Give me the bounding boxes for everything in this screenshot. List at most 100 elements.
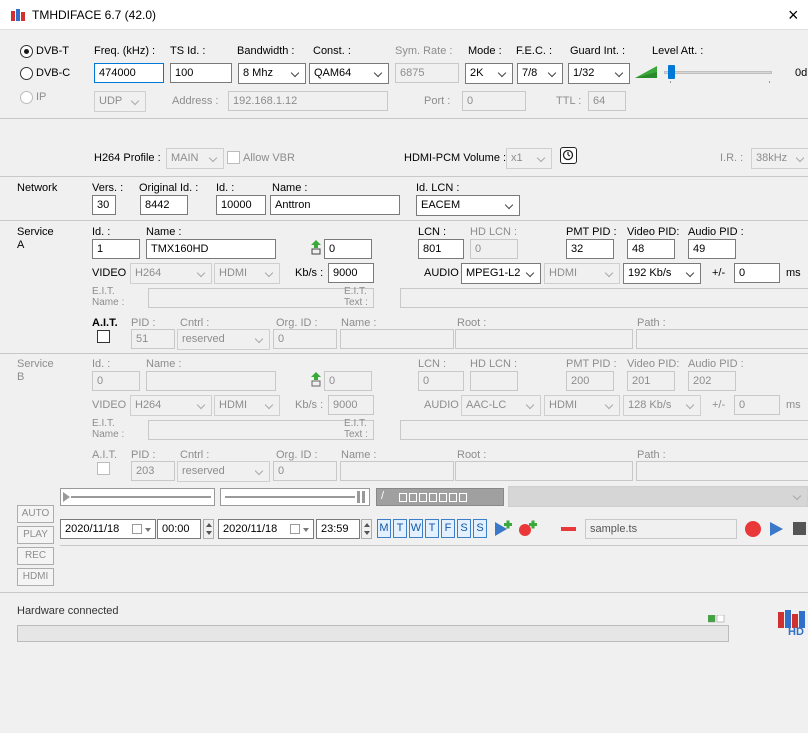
- start-time-input[interactable]: 00:00: [157, 519, 201, 539]
- svc-b-eit-name-input[interactable]: [148, 420, 374, 440]
- tsid-input[interactable]: 100: [170, 63, 232, 83]
- address-input[interactable]: 192.168.1.12: [228, 91, 388, 111]
- slider-thumb[interactable]: [668, 65, 675, 79]
- orig-id-input[interactable]: 8442: [140, 195, 188, 215]
- add-record-icon[interactable]: [516, 519, 538, 538]
- mode-select[interactable]: 2K: [465, 63, 513, 84]
- svc-b-id-input[interactable]: 0: [92, 371, 140, 391]
- progress-bar-right[interactable]: [220, 488, 370, 506]
- calendar-icon[interactable]: [288, 520, 310, 538]
- svc-b-hd-lcn-input[interactable]: [470, 371, 518, 391]
- pid-input[interactable]: 51: [131, 329, 175, 349]
- ait-checkbox[interactable]: [97, 330, 110, 343]
- remove-icon[interactable]: [560, 519, 578, 538]
- guard-select[interactable]: 1/32: [568, 63, 630, 84]
- fec-select[interactable]: 7/8: [517, 63, 563, 84]
- auto-button[interactable]: AUTO: [17, 505, 54, 523]
- video-codec-select[interactable]: H264: [130, 263, 212, 284]
- stop-button[interactable]: [793, 522, 806, 535]
- eit-text-input[interactable]: [400, 288, 808, 308]
- end-time-input[interactable]: 23:59: [316, 519, 360, 539]
- close-icon[interactable]: ×: [788, 5, 799, 26]
- allow-vbr-checkbox[interactable]: [227, 151, 240, 164]
- radio-dvbt[interactable]: [20, 45, 33, 58]
- refresh-icon[interactable]: [310, 371, 322, 387]
- svc-b-pmt-input[interactable]: 200: [566, 371, 614, 391]
- net-name-input[interactable]: Anttron: [270, 195, 400, 215]
- end-time-spinner[interactable]: [361, 519, 372, 539]
- net-id-input[interactable]: 10000: [216, 195, 266, 215]
- ait-name-input[interactable]: [340, 329, 454, 349]
- playlist-select[interactable]: [508, 486, 808, 507]
- svc-b-pid-input[interactable]: 203: [131, 461, 175, 481]
- svc-b-ait-name-input[interactable]: [340, 461, 454, 481]
- file-input[interactable]: sample.ts: [585, 519, 737, 539]
- day-fri-toggle[interactable]: F: [441, 519, 455, 538]
- svc-id-input[interactable]: 1: [92, 239, 140, 259]
- svc-b-eit-text-input[interactable]: [400, 420, 808, 440]
- path-input[interactable]: [636, 329, 808, 349]
- svc-b-ait-checkbox[interactable]: [97, 462, 110, 475]
- day-tue-toggle[interactable]: T: [393, 519, 407, 538]
- hd-lcn-input[interactable]: 0: [470, 239, 518, 259]
- svc-b-vpid-input[interactable]: 201: [627, 371, 675, 391]
- audio-delay-input[interactable]: 0: [734, 263, 780, 283]
- cntrl-select[interactable]: reserved: [177, 329, 270, 350]
- radio-dvbc[interactable]: [20, 67, 33, 80]
- svc-b-path-input[interactable]: [636, 461, 808, 481]
- radio-ip[interactable]: [20, 91, 33, 104]
- start-time-spinner[interactable]: [203, 519, 214, 539]
- svc-b-org-id-input[interactable]: 0: [273, 461, 337, 481]
- day-thu-toggle[interactable]: T: [425, 519, 439, 538]
- add-play-icon[interactable]: [492, 519, 514, 538]
- hdmi-mode-button[interactable]: HDMI: [17, 568, 54, 586]
- vers-input[interactable]: 30: [92, 195, 116, 215]
- day-mon-toggle[interactable]: M: [377, 519, 391, 538]
- svc-b-cntrl-select[interactable]: reserved: [177, 461, 270, 482]
- ir-select[interactable]: 38kHz: [751, 148, 808, 169]
- play-mode-button[interactable]: PLAY: [17, 526, 54, 544]
- root-input[interactable]: [455, 329, 633, 349]
- svc-b-audio-src-select[interactable]: HDMI: [544, 395, 620, 416]
- log-panel-main[interactable]: [60, 545, 808, 685]
- svc-b-apid-input[interactable]: 202: [688, 371, 736, 391]
- audio-pid-input[interactable]: 49: [688, 239, 736, 259]
- h264-profile-select[interactable]: MAIN: [166, 148, 224, 169]
- calendar-icon[interactable]: [130, 520, 152, 538]
- svc-b-num-input[interactable]: 0: [324, 371, 372, 391]
- hdmi-volume-select[interactable]: x1: [506, 148, 552, 169]
- video-src-select[interactable]: HDMI: [214, 263, 280, 284]
- svc-b-audio-delay-input[interactable]: 0: [734, 395, 780, 415]
- day-sun-toggle[interactable]: S: [473, 519, 487, 538]
- org-id-input[interactable]: 0: [273, 329, 337, 349]
- svc-b-audio-codec-select[interactable]: AAC-LC: [461, 395, 541, 416]
- svc-b-video-codec-select[interactable]: H264: [130, 395, 212, 416]
- pmt-pid-input[interactable]: 32: [566, 239, 614, 259]
- progress-bar-left[interactable]: [60, 488, 215, 506]
- eit-name-input[interactable]: [148, 288, 374, 308]
- day-sat-toggle[interactable]: S: [457, 519, 471, 538]
- svc-b-lcn-input[interactable]: 0: [418, 371, 464, 391]
- lcn-type-select[interactable]: EACEM: [416, 195, 520, 216]
- level-slider[interactable]: [662, 63, 774, 83]
- kbs-input[interactable]: 9000: [328, 263, 374, 283]
- svc-num-input[interactable]: 0: [324, 239, 372, 259]
- freq-input[interactable]: 474000: [94, 63, 164, 83]
- record-button[interactable]: [745, 521, 761, 537]
- bandwidth-select[interactable]: 8 Mhz: [238, 63, 306, 84]
- lcn-input[interactable]: 801: [418, 239, 464, 259]
- audio-codec-select[interactable]: MPEG1-L2: [461, 263, 541, 284]
- play-button[interactable]: [768, 521, 784, 537]
- svc-b-kbs-input[interactable]: 9000: [328, 395, 374, 415]
- svc-name-input[interactable]: TMX160HD: [146, 239, 276, 259]
- video-pid-input[interactable]: 48: [627, 239, 675, 259]
- audio-src-select[interactable]: HDMI: [544, 263, 620, 284]
- svc-b-name-input[interactable]: [146, 371, 276, 391]
- svc-b-video-src-select[interactable]: HDMI: [214, 395, 280, 416]
- svc-b-audio-rate-select[interactable]: 128 Kb/s: [623, 395, 701, 416]
- svc-b-root-input[interactable]: [455, 461, 633, 481]
- refresh-icon[interactable]: [310, 239, 322, 255]
- port-input[interactable]: 0: [462, 91, 526, 111]
- const-select[interactable]: QAM64: [309, 63, 389, 84]
- symrate-input[interactable]: 6875: [395, 63, 459, 83]
